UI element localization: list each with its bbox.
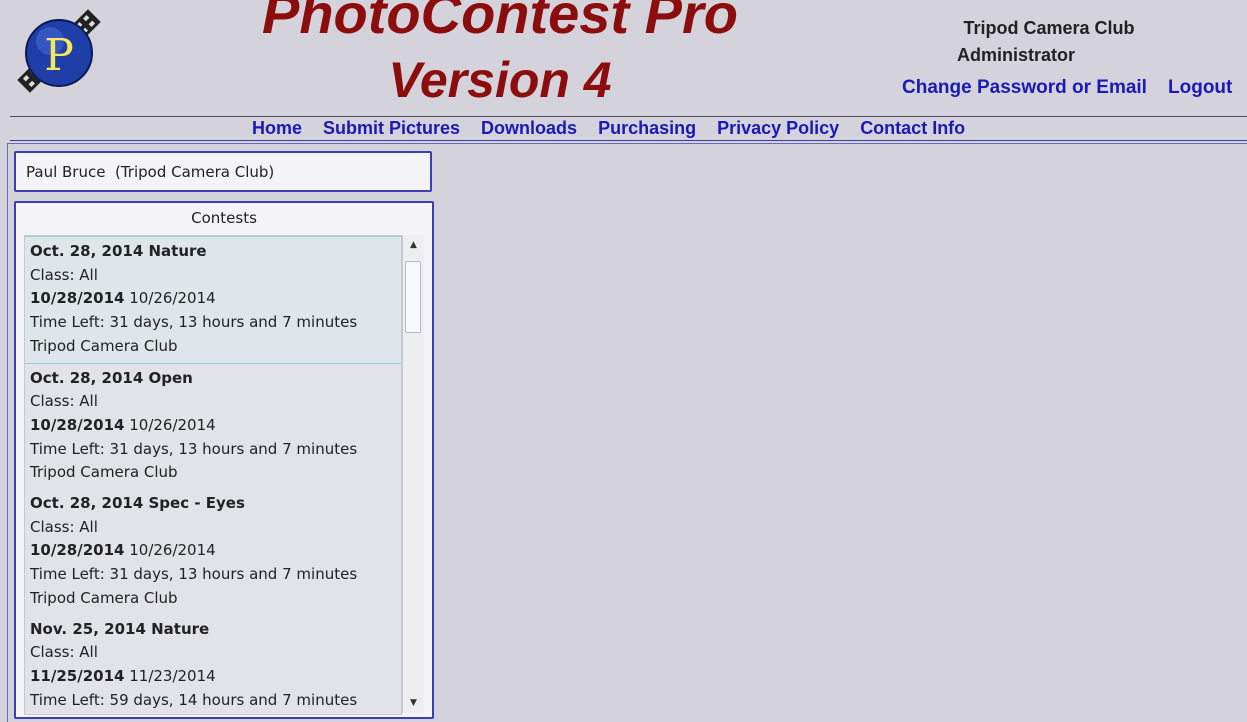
- contest-name: Oct. 28, 2014 Open: [30, 368, 193, 387]
- svg-text:P: P: [44, 30, 74, 81]
- app-title-line1: PhotoContest Pro: [262, 0, 738, 45]
- user-name: Paul Bruce (Tripod Camera Club): [26, 163, 275, 181]
- change-password-link[interactable]: Change Password or Email: [902, 77, 1147, 99]
- contests-title: Contests: [191, 209, 257, 227]
- contest-deadline: 10/26/2014: [129, 289, 216, 308]
- contests-panel: Contests Oct. 28, 2014 Nature Class: All…: [14, 201, 434, 719]
- user-info-box: Paul Bruce (Tripod Camera Club): [14, 151, 432, 192]
- contest-name: Oct. 28, 2014 Nature: [30, 242, 207, 260]
- contest-time-left: Time Left: 31 days, 13 hours and 7 minut…: [30, 439, 358, 458]
- app-title-line2: Version 4: [388, 52, 612, 108]
- contest-item[interactable]: Oct. 28, 2014 Nature Class: All 10/28/20…: [25, 236, 401, 364]
- nav-contact-info[interactable]: Contact Info: [860, 118, 965, 139]
- scroll-up-arrow-icon[interactable]: ▲: [403, 235, 424, 255]
- contest-club: Tripod Camera Club: [30, 588, 178, 607]
- contest-class: Class: All: [30, 643, 98, 662]
- contest-club: Tripod Camera Club: [30, 336, 178, 355]
- contest-item[interactable]: Oct. 28, 2014 Spec - Eyes Class: All 10/…: [25, 489, 401, 615]
- header-divider: [10, 116, 1247, 117]
- contest-deadline: 11/23/2014: [129, 666, 216, 685]
- scrollbar-thumb[interactable]: [405, 261, 421, 333]
- nav-privacy-policy[interactable]: Privacy Policy: [717, 118, 839, 139]
- contest-class: Class: All: [30, 392, 98, 411]
- main-nav: Home Submit Pictures Downloads Purchasin…: [252, 118, 986, 139]
- club-name: Tripod Camera Club: [963, 18, 1135, 38]
- nav-home[interactable]: Home: [252, 118, 302, 139]
- contest-date: 10/28/2014: [30, 289, 125, 308]
- contest-date: 10/28/2014: [30, 415, 125, 434]
- contest-class: Class: All: [30, 265, 98, 284]
- contest-name: Nov. 25, 2014 Nature: [30, 619, 210, 638]
- contest-item[interactable]: Nov. 25, 2014 Nature Class: All 11/25/20…: [25, 615, 401, 714]
- photocontest-p-logo-icon: P: [17, 9, 101, 93]
- contest-date: 11/25/2014: [30, 666, 125, 685]
- nav-downloads[interactable]: Downloads: [481, 118, 577, 139]
- contest-deadline: 10/26/2014: [129, 415, 216, 434]
- nav-purchasing[interactable]: Purchasing: [598, 118, 696, 139]
- contest-time-left: Time Left: 31 days, 13 hours and 7 minut…: [30, 313, 358, 332]
- nav-divider: [10, 140, 1247, 141]
- contest-time-left: Time Left: 31 days, 13 hours and 7 minut…: [30, 565, 358, 584]
- contest-class: Class: All: [30, 517, 98, 536]
- contest-club: Tripod Camera Club: [30, 463, 178, 482]
- contest-list-scrollbar[interactable]: ▲ ▼: [402, 235, 424, 713]
- contest-deadline: 10/26/2014: [129, 541, 216, 560]
- contest-time-left: Time Left: 59 days, 14 hours and 7 minut…: [30, 690, 358, 709]
- contest-item[interactable]: Oct. 28, 2014 Open Class: All 10/28/2014…: [25, 364, 401, 490]
- logout-link[interactable]: Logout: [1168, 77, 1232, 99]
- scroll-down-arrow-icon[interactable]: ▼: [403, 693, 424, 713]
- contest-date: 10/28/2014: [30, 541, 125, 560]
- user-role: Administrator: [956, 45, 1075, 65]
- contest-list[interactable]: Oct. 28, 2014 Nature Class: All 10/28/20…: [24, 235, 402, 715]
- nav-submit-pictures[interactable]: Submit Pictures: [323, 118, 460, 139]
- contest-name: Oct. 28, 2014 Spec - Eyes: [30, 494, 245, 513]
